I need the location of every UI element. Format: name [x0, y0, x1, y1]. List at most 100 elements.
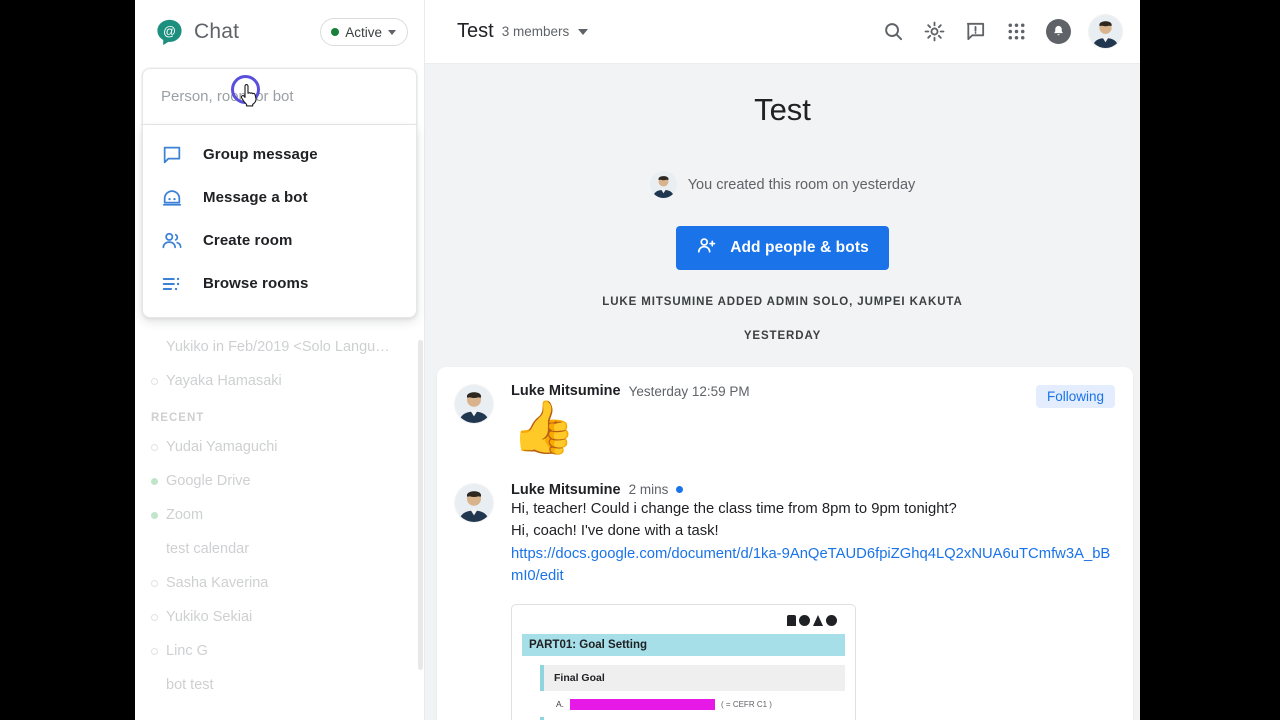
- dropdown-item-browse-rooms[interactable]: Browse rooms: [143, 262, 416, 305]
- list-lines-icon: [161, 273, 183, 295]
- search-box[interactable]: [142, 68, 417, 125]
- list-item-label: Google Drive: [166, 473, 251, 489]
- doc-continuation: [540, 716, 845, 720]
- message-author-name: Luke Mitsumine: [511, 383, 621, 399]
- presence-dot-icon: [151, 377, 158, 385]
- people-icon: [161, 230, 183, 252]
- doc-item-note: ( = CEFR C1 ): [721, 699, 772, 709]
- conversation-list: Yukiko in Feb/2019 <Solo Langu… Yayaka H…: [135, 330, 424, 702]
- message-link[interactable]: https://docs.google.com/document/d/1ka-9…: [511, 543, 1115, 588]
- search-icon[interactable]: [882, 20, 905, 43]
- chat-bubble-icon: [161, 144, 183, 166]
- dropdown-item-label: Message a bot: [203, 189, 308, 206]
- message-item: Luke Mitsumine Yesterday 12:59 PM 👍 Foll…: [455, 383, 1115, 462]
- unread-dot-icon: [676, 486, 684, 494]
- list-item-label: test calendar: [166, 541, 250, 557]
- add-people-and-bots-button[interactable]: Add people & bots: [676, 226, 889, 270]
- solo-logo-icon: [787, 614, 837, 626]
- presence-dot-icon: [151, 477, 158, 485]
- feedback-icon[interactable]: [964, 20, 987, 43]
- user-avatar[interactable]: [1089, 15, 1122, 48]
- apps-grid-icon[interactable]: [1005, 20, 1028, 43]
- dropdown-item-message-a-bot[interactable]: Message a bot: [143, 176, 416, 219]
- list-item[interactable]: Yayaka Hamasaki: [135, 364, 424, 398]
- presence-dot-icon: [151, 613, 158, 621]
- status-label: Active: [345, 24, 382, 40]
- doc-part-title: PART01: Goal Setting: [522, 633, 845, 656]
- bell-icon[interactable]: [1046, 19, 1071, 44]
- list-item[interactable]: Sasha Kaverina: [135, 566, 424, 600]
- message-body: Luke Mitsumine 2 mins Hi, teacher! Could…: [511, 482, 1115, 720]
- doc-item-label: A.: [556, 699, 565, 710]
- document-preview-card[interactable]: PART01: Goal Setting Final Goal A. ( = C…: [511, 603, 856, 720]
- list-item[interactable]: Yukiko in Feb/2019 <Solo Langu…: [135, 330, 424, 364]
- day-divider: YESTERDAY: [743, 330, 822, 342]
- header-actions: [882, 15, 1122, 48]
- list-item[interactable]: Zoom: [135, 498, 424, 532]
- brand-name: Chat: [194, 20, 240, 43]
- list-item[interactable]: bot test: [135, 668, 424, 702]
- room-members-count: 3 members: [501, 24, 570, 39]
- list-item[interactable]: Yukiko Sekiai: [135, 600, 424, 634]
- dropdown-item-label: Group message: [203, 146, 318, 163]
- list-item-label: bot test: [166, 677, 214, 693]
- status-dot-icon: [331, 28, 340, 36]
- dropdown-item-label: Browse rooms: [203, 275, 309, 292]
- dropdown-item-group-message[interactable]: Group message: [143, 133, 416, 176]
- chevron-down-icon[interactable]: [578, 28, 589, 35]
- room-hero-title: Test: [754, 92, 811, 127]
- presence-dot-icon: [151, 682, 158, 689]
- messages-card: Luke Mitsumine Yesterday 12:59 PM 👍 Foll…: [437, 367, 1133, 720]
- presence-dot-icon: [151, 344, 158, 351]
- add-people-label: Add people & bots: [730, 239, 869, 256]
- list-item-label: Yukiko in Feb/2019 <Solo Langu…: [166, 339, 390, 355]
- doc-redacted-text: [570, 698, 716, 710]
- main-panel: Test 3 members Test You created this roo…: [425, 0, 1140, 720]
- creator-avatar: [649, 171, 677, 198]
- presence-dot-icon: [151, 443, 158, 451]
- doc-section-title: Final Goal: [540, 664, 845, 691]
- doc-item-row: A. ( = CEFR C1 ): [556, 698, 845, 710]
- dropdown-item-create-room[interactable]: Create room: [143, 219, 416, 262]
- bot-icon: [161, 187, 183, 209]
- sidebar-scrollbar[interactable]: [418, 340, 423, 670]
- sidebar: @ Chat Active Yukiko in Feb/2019 <Solo L…: [135, 0, 425, 720]
- chat-at-logo-icon: @: [155, 18, 184, 47]
- search-input[interactable]: [161, 88, 398, 105]
- message-emoji: 👍: [511, 399, 576, 457]
- status-pill[interactable]: Active: [320, 18, 408, 46]
- conversation-scroll-area: Test You created this room on yesterday: [425, 64, 1140, 720]
- presence-dot-icon: [151, 511, 158, 519]
- system-message: LUKE MITSUMINE ADDED ADMIN SOLO, JUMPEI …: [602, 296, 963, 308]
- list-item-label: Yayaka Hamasaki: [166, 373, 282, 389]
- message-author-avatar: [455, 483, 493, 522]
- new-conversation-dropdown: Group message Message a bot Create room …: [142, 125, 417, 318]
- list-item-label: Yukiko Sekiai: [166, 609, 253, 625]
- message-header: Luke Mitsumine Yesterday 12:59 PM: [511, 383, 1115, 399]
- room-title: Test: [457, 20, 494, 42]
- message-timestamp: 2 mins: [628, 482, 669, 498]
- dropdown-item-label: Create room: [203, 232, 293, 249]
- message-author-name: Luke Mitsumine: [511, 481, 621, 498]
- message-header: Luke Mitsumine 2 mins: [511, 482, 1115, 498]
- following-badge[interactable]: Following: [1035, 385, 1115, 408]
- message-text-line: Hi, coach! I've done with a task!: [511, 523, 719, 540]
- list-item[interactable]: Yudai Yamaguchi: [135, 430, 424, 464]
- gear-icon[interactable]: [923, 20, 946, 43]
- presence-dot-icon: [151, 647, 158, 655]
- message-item: Luke Mitsumine 2 mins Hi, teacher! Could…: [455, 482, 1115, 720]
- chat-app-window: @ Chat Active Yukiko in Feb/2019 <Solo L…: [135, 0, 1140, 720]
- list-item-label: Sasha Kaverina: [166, 575, 269, 591]
- brand-row: @ Chat Active: [135, 0, 424, 64]
- message-text-line: Hi, teacher! Could i change the class ti…: [511, 500, 957, 517]
- list-item[interactable]: test calendar: [135, 532, 424, 566]
- room-created-row: You created this room on yesterday: [425, 171, 1140, 198]
- person-add-icon: [696, 235, 717, 261]
- list-item[interactable]: Google Drive: [135, 464, 424, 498]
- recent-section-header: RECENT: [151, 412, 205, 424]
- svg-text:@: @: [163, 24, 176, 38]
- list-item[interactable]: Linc G: [135, 634, 424, 668]
- presence-dot-icon: [151, 579, 158, 587]
- chevron-down-icon: [388, 29, 396, 35]
- message-body: Luke Mitsumine Yesterday 12:59 PM 👍: [511, 383, 1115, 456]
